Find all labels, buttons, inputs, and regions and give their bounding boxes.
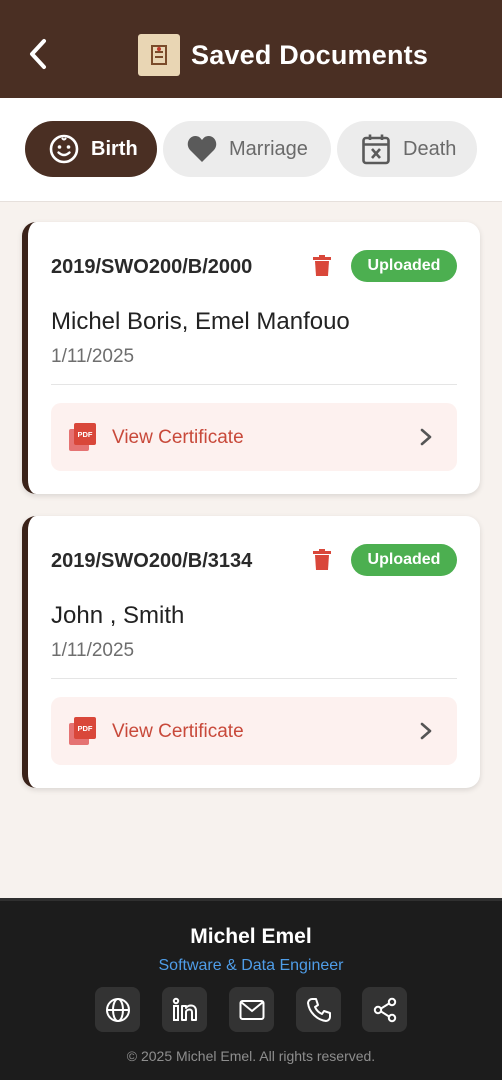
- heart-icon: [185, 132, 219, 166]
- document-names: John , Smith: [51, 602, 185, 629]
- divider: [51, 384, 457, 385]
- tab-marriage-label: Marriage: [229, 137, 308, 160]
- view-certificate-label: View Certificate: [112, 721, 244, 742]
- app-logo: [138, 34, 180, 76]
- document-reference: 2019/SWO200/B/3134: [51, 550, 253, 572]
- app-bar: Saved Documents: [0, 0, 502, 98]
- share-icon: [373, 997, 396, 1022]
- copyright-text: © 2025 Michel Emel. All rights reserved.: [126, 1048, 376, 1064]
- pdf-icon: PDF: [69, 717, 96, 745]
- delete-button[interactable]: [310, 252, 334, 280]
- trash-icon: [313, 549, 331, 570]
- trash-icon: [313, 255, 331, 276]
- phone-icon: [306, 997, 331, 1022]
- status-badge: Uploaded: [351, 544, 457, 576]
- document-type-tabs: Birth Marriage Death: [0, 98, 502, 202]
- phone-button[interactable]: [296, 987, 341, 1032]
- view-certificate-button[interactable]: PDF View Certificate: [51, 697, 457, 765]
- linkedin-icon: [172, 997, 197, 1021]
- view-certificate-label: View Certificate: [112, 427, 244, 448]
- share-button[interactable]: [362, 987, 407, 1032]
- document-card: 2019/SWO200/B/2000 Uploaded Michel Boris…: [22, 222, 480, 494]
- tab-marriage[interactable]: Marriage: [163, 121, 331, 177]
- svg-text:PDF: PDF: [78, 724, 93, 733]
- document-date: 1/11/2025: [51, 640, 135, 661]
- tab-birth-label: Birth: [91, 137, 138, 160]
- document-reference: 2019/SWO200/B/2000: [51, 256, 253, 278]
- baby-face-icon: [47, 132, 81, 166]
- footer-role[interactable]: Software & Data Engineer: [0, 957, 502, 975]
- svg-text:PDF: PDF: [78, 430, 93, 439]
- tab-death[interactable]: Death: [337, 121, 477, 177]
- website-button[interactable]: [95, 987, 140, 1032]
- document-names: Michel Boris, Emel Manfouo: [51, 308, 350, 335]
- page-title: Saved Documents: [191, 40, 429, 70]
- document-date: 1/11/2025: [51, 346, 135, 367]
- calendar-x-icon: [359, 132, 393, 166]
- linkedin-button[interactable]: [162, 987, 207, 1032]
- chevron-right-icon: [420, 428, 432, 446]
- view-certificate-button[interactable]: PDF View Certificate: [51, 403, 457, 471]
- divider: [51, 678, 457, 679]
- tab-death-label: Death: [403, 137, 457, 160]
- delete-button[interactable]: [310, 546, 334, 574]
- footer: Michel Emel Software & Data Engineer © 2…: [0, 898, 502, 1080]
- back-button[interactable]: [22, 34, 54, 74]
- chevron-right-icon: [420, 722, 432, 740]
- mail-icon: [239, 999, 264, 1020]
- email-button[interactable]: [229, 987, 274, 1032]
- pdf-icon: PDF: [69, 423, 96, 451]
- status-badge: Uploaded: [351, 250, 457, 282]
- globe-icon: [105, 997, 130, 1022]
- tab-birth[interactable]: Birth: [25, 121, 157, 177]
- document-card: 2019/SWO200/B/3134 Uploaded John , Smith…: [22, 516, 480, 788]
- footer-name: Michel Emel: [190, 925, 312, 948]
- arrow-back-icon: [30, 39, 46, 69]
